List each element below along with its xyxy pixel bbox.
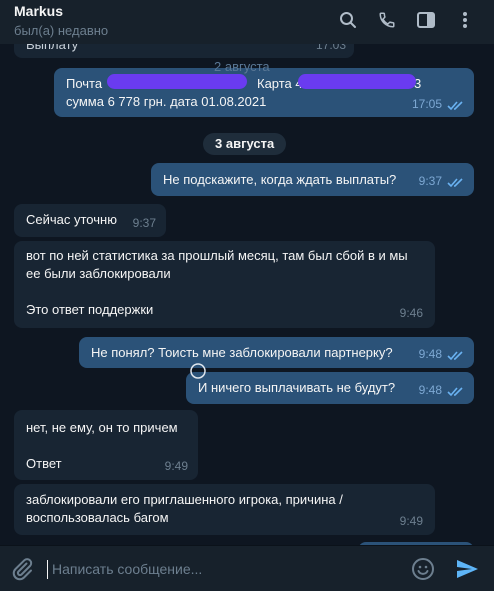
phone-icon[interactable]	[374, 9, 400, 31]
message-outgoing[interactable]: И ничего выплачивать не будут? 9:48	[186, 372, 474, 404]
paperclip-icon[interactable]	[10, 557, 34, 581]
read-ticks-icon	[447, 178, 463, 188]
sidebar-toggle-icon[interactable]	[413, 9, 439, 31]
message-incoming[interactable]: вот по ней статистика за прошлый месяц, …	[14, 241, 435, 328]
message-text: нет, не ему, он то причем Ответ	[26, 420, 178, 471]
more-vertical-icon[interactable]	[452, 9, 478, 31]
send-icon[interactable]	[455, 557, 479, 581]
message-time: 9:37	[418, 174, 442, 188]
message-composer	[0, 545, 494, 591]
message-outgoing[interactable]: Не подскажите, когда ждать выплаты? 9:37	[151, 163, 474, 196]
message-incoming[interactable]: Выплату 17:03	[14, 44, 354, 58]
redaction-mark	[107, 74, 247, 89]
chat-header: Markus был(а) недавно	[0, 0, 494, 44]
message-incoming[interactable]: Сейчас уточню 9:37	[14, 204, 166, 237]
read-ticks-icon	[447, 101, 463, 111]
message-text: Сейчас уточню	[26, 212, 117, 227]
mouse-cursor-icon	[190, 363, 206, 379]
message-text: заблокировали его приглашенного игрока, …	[26, 492, 343, 525]
message-time: 9:37	[132, 216, 156, 230]
floating-date: 2 августа	[214, 59, 270, 74]
message-text: Выплату	[26, 44, 79, 52]
message-text-part: Карта 4	[257, 76, 303, 91]
message-incoming[interactable]: нет, не ему, он то причем Ответ 9:49	[14, 410, 198, 480]
date-separator: 3 августа	[203, 133, 287, 155]
message-time: 9:49	[399, 514, 423, 528]
message-input[interactable]	[52, 558, 382, 580]
message-list[interactable]: Выплату 17:03 Почта Карта 4 3 сумма 6 77…	[0, 44, 494, 545]
message-text: вот по ней статистика за прошлый месяц, …	[26, 248, 408, 317]
message-time: 9:46	[399, 306, 423, 320]
message-text: И ничего выплачивать не будут?	[198, 380, 396, 395]
message-text: сумма 6 778 грн. дата 01.08.2021	[66, 94, 267, 109]
redaction-mark	[298, 74, 416, 89]
message-time: 9:49	[164, 459, 188, 473]
message-outgoing[interactable]: Не понял? Тоисть мне заблокировали партн…	[79, 337, 474, 368]
emoji-icon[interactable]	[411, 557, 435, 581]
message-time: 17:03	[315, 44, 346, 52]
message-time: 9:48	[418, 383, 442, 397]
read-ticks-icon	[447, 387, 463, 397]
read-ticks-icon	[447, 351, 463, 361]
text-caret	[47, 560, 48, 579]
search-icon[interactable]	[335, 9, 361, 31]
message-text: Не понял? Тоисть мне заблокировали партн…	[91, 345, 393, 360]
message-incoming[interactable]: заблокировали его приглашенного игрока, …	[14, 484, 435, 535]
message-text-part: Почта	[66, 76, 103, 91]
message-text: Не подскажите, когда ждать выплаты?	[163, 172, 397, 187]
message-time: 9:48	[418, 347, 442, 361]
message-line: Почта	[66, 75, 102, 93]
message-time: 17:05	[411, 97, 442, 111]
